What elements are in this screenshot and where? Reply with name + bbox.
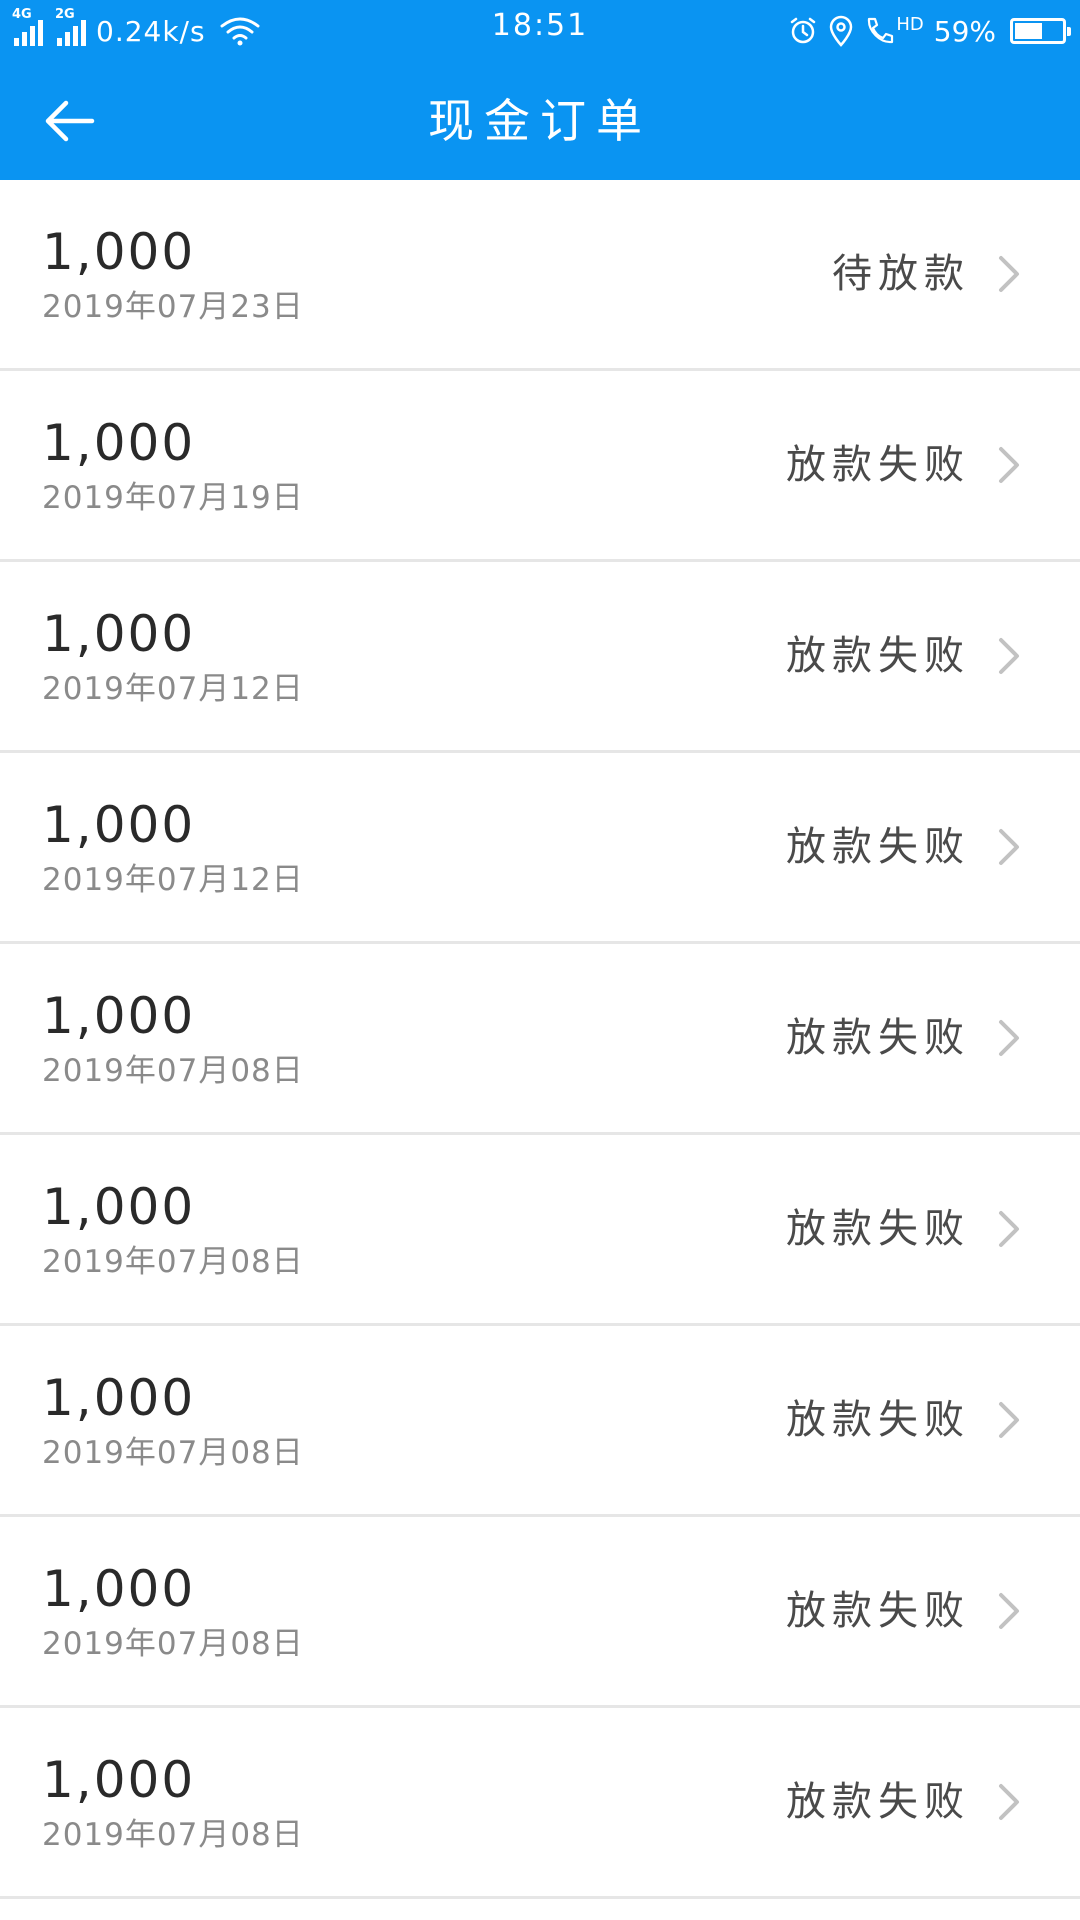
order-row[interactable]: 1,000 2019年07月23日 待放款: [0, 180, 1080, 371]
order-date: 2019年07月12日: [42, 671, 304, 707]
chevron-right-icon: [999, 1211, 1019, 1247]
order-row[interactable]: 1,000 2019年07月08日 放款失败: [0, 1326, 1080, 1517]
order-amount: 1,000: [42, 223, 196, 281]
order-amount: 1,000: [42, 1369, 196, 1427]
location-pin-icon: [830, 15, 853, 47]
order-row[interactable]: 1,000 2019年07月12日 放款失败: [0, 562, 1080, 753]
battery-level-fill: [1015, 23, 1043, 39]
order-row[interactable]: 1,000 2019年07月19日 放款失败: [0, 371, 1080, 562]
chevron-right-icon: [999, 1020, 1019, 1056]
order-row[interactable]: 1,000 2019年07月08日 放款失败: [0, 1135, 1080, 1326]
order-amount: 1,000: [42, 414, 196, 472]
order-amount: 1,000: [42, 796, 196, 854]
order-row[interactable]: 1,000 2019年07月08日 放款失败: [0, 1708, 1080, 1899]
order-status: 放款失败: [786, 1779, 970, 1825]
order-date: 2019年07月08日: [42, 1626, 304, 1662]
order-row[interactable]: 1,000 2019年07月08日 放款失败: [0, 944, 1080, 1135]
order-status: 放款失败: [786, 442, 970, 488]
order-row[interactable]: 1,000 2019年07月12日 放款失败: [0, 753, 1080, 944]
hd-badge: HD: [896, 13, 924, 35]
alarm-clock-icon: [791, 17, 816, 44]
order-status: 放款失败: [786, 1015, 970, 1061]
order-status: 放款失败: [786, 1588, 970, 1634]
chevron-right-icon: [999, 829, 1019, 865]
order-date: 2019年07月08日: [42, 1817, 304, 1853]
order-date: 2019年07月23日: [42, 289, 304, 325]
order-status: 放款失败: [786, 1397, 970, 1443]
order-amount: 1,000: [42, 987, 196, 1045]
status-right: HD 59%: [788, 8, 1071, 54]
phone-call-icon: [868, 17, 894, 44]
order-status: 放款失败: [786, 633, 970, 679]
chevron-right-icon: [999, 638, 1019, 674]
order-amount: 1,000: [42, 1178, 196, 1236]
status-bar: 4G 2G 0.24k/s 18:51 HD 59%: [0, 0, 1080, 62]
order-status: 放款失败: [786, 824, 970, 870]
chevron-right-icon: [999, 1402, 1019, 1438]
page-title: 现金订单: [428, 94, 652, 148]
order-amount: 1,000: [42, 1751, 196, 1809]
order-date: 2019年07月19日: [42, 480, 304, 516]
order-date: 2019年07月12日: [42, 862, 304, 898]
chevron-right-icon: [999, 1593, 1019, 1629]
order-status: 待放款: [832, 251, 970, 297]
order-date: 2019年07月08日: [42, 1244, 304, 1280]
app-header: 现金订单: [0, 62, 1080, 180]
order-date: 2019年07月08日: [42, 1435, 304, 1471]
order-list: 1,000 2019年07月23日 待放款 1,000 2019年07月19日 …: [0, 180, 1080, 1899]
battery-percent: 59%: [933, 14, 996, 48]
chevron-right-icon: [999, 256, 1019, 292]
battery-icon: [1010, 18, 1071, 44]
chevron-right-icon: [999, 447, 1019, 483]
chevron-right-icon: [999, 1784, 1019, 1820]
order-status: 放款失败: [786, 1206, 970, 1252]
order-date: 2019年07月08日: [42, 1053, 304, 1089]
order-amount: 1,000: [42, 1560, 196, 1618]
order-amount: 1,000: [42, 605, 196, 663]
order-row[interactable]: 1,000 2019年07月08日 放款失败: [0, 1517, 1080, 1708]
